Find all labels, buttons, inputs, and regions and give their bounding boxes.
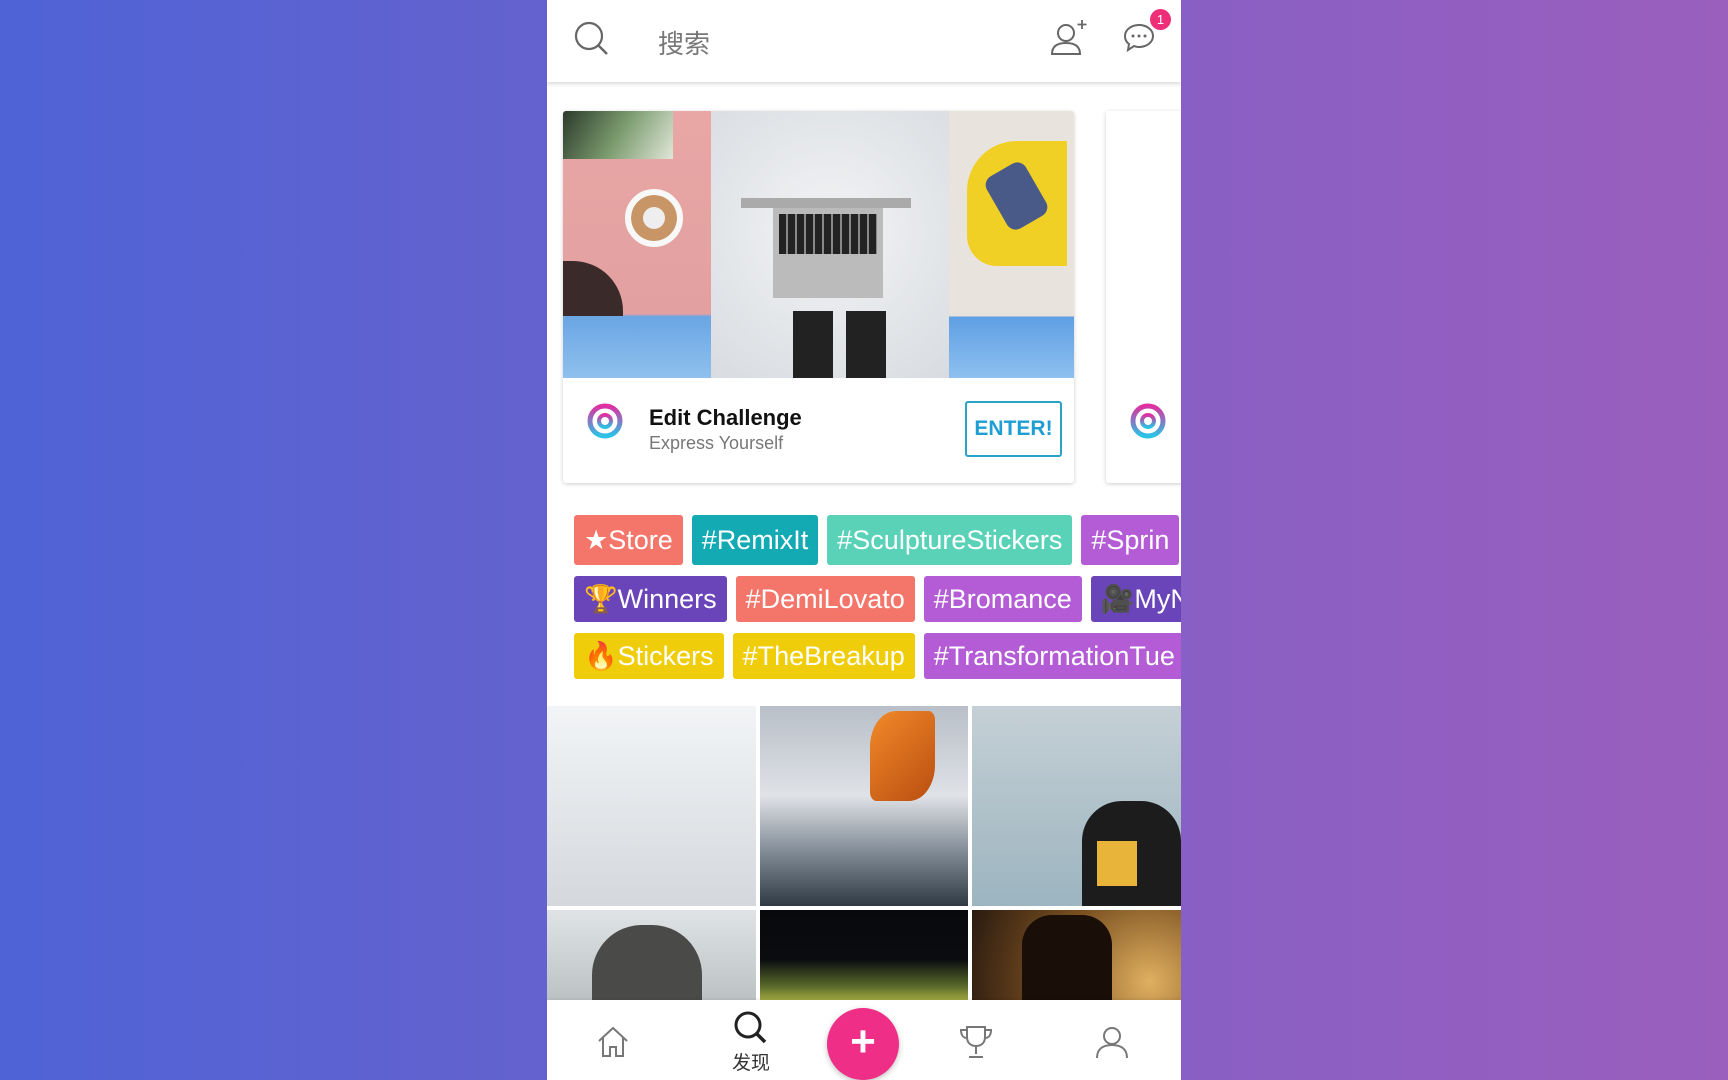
trophy-icon[interactable] — [958, 1024, 994, 1060]
tag-row: 🔥Stickers #TheBreakup #TransformationTue — [574, 633, 1181, 679]
challenge-card[interactable]: Edit Challenge Express Yourself ENTER! — [563, 111, 1074, 483]
picsart-logo-icon — [1130, 403, 1166, 452]
search-icon[interactable] — [732, 1010, 768, 1046]
chat-icon[interactable] — [1122, 22, 1156, 54]
profile-icon[interactable] — [1094, 1024, 1130, 1060]
create-plus-button[interactable]: + — [827, 1008, 899, 1080]
nav-discover-label[interactable]: 发现 — [732, 1048, 770, 1075]
photo-tile[interactable] — [972, 910, 1181, 1000]
photo-tile[interactable] — [760, 910, 968, 1000]
top-bar: 搜索 1 — [547, 0, 1181, 82]
tag-chip[interactable]: #TransformationTue — [923, 633, 1181, 679]
picsart-logo-icon — [587, 403, 623, 452]
search-input[interactable]: 搜索 — [658, 24, 710, 61]
enter-button[interactable]: ENTER! — [965, 401, 1062, 457]
challenge-banner-image — [563, 111, 1074, 378]
tag-chip[interactable]: #Sprin — [1081, 515, 1180, 565]
tag-row: 🏆Winners #DemiLovato #Bromance 🎥MyN — [574, 576, 1181, 622]
tag-chip[interactable]: #DemiLovato — [735, 576, 915, 622]
tag-chip[interactable]: #TheBreakup — [732, 633, 915, 679]
home-icon[interactable] — [595, 1024, 631, 1060]
challenge-title: Edit Challenge — [649, 405, 802, 430]
add-user-icon[interactable] — [1049, 18, 1089, 58]
tag-list: ★Store #RemixIt #SculptureStickers #Sprin 🏆W… — [574, 515, 1181, 690]
tag-row: ★Store #RemixIt #SculptureStickers #Sprin — [574, 515, 1181, 565]
photo-tile[interactable] — [547, 706, 756, 906]
tag-chip[interactable]: #SculptureStickers — [827, 515, 1073, 565]
bottom-nav: 发现 + — [547, 1000, 1181, 1080]
photo-tile[interactable] — [972, 706, 1181, 906]
search-icon[interactable] — [573, 20, 611, 58]
photo-tile[interactable] — [547, 910, 756, 1005]
tag-chip[interactable]: ★Store — [574, 515, 683, 565]
tag-chip[interactable]: 🏆Winners — [574, 576, 727, 622]
challenge-subtitle: Express Yourself — [649, 433, 784, 453]
app-screen: 搜索 1 Edit Challenge Express Yourself ENT… — [547, 0, 1181, 1080]
tag-chip[interactable]: #RemixIt — [691, 515, 819, 565]
tag-chip[interactable]: 🔥Stickers — [574, 633, 724, 679]
tag-chip[interactable]: #Bromance — [923, 576, 1082, 622]
tag-chip[interactable]: 🎥MyN — [1090, 576, 1181, 622]
next-challenge-card[interactable] — [1106, 111, 1181, 483]
photo-tile[interactable] — [760, 706, 968, 906]
notification-badge: 1 — [1150, 9, 1171, 30]
